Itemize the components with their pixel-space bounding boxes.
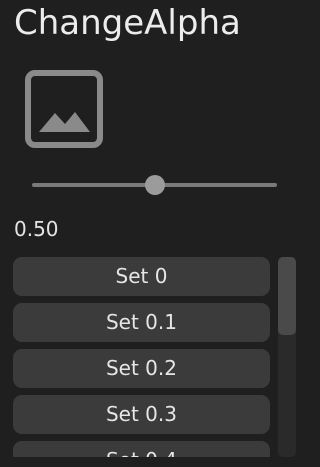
button-list: Set 0 Set 0.1 Set 0.2 Set 0.3 Set 0.4 — [13, 257, 270, 457]
set-alpha-button[interactable]: Set 0.4 — [13, 441, 270, 457]
set-alpha-button[interactable]: Set 0 — [13, 257, 270, 296]
set-alpha-button[interactable]: Set 0.3 — [13, 395, 270, 434]
scrollbar-thumb[interactable] — [278, 257, 296, 335]
slider-thumb[interactable] — [144, 175, 165, 195]
change-alpha-window: ChangeAlpha 0.50 Set 0 Set 0.1 Set 0.2 S… — [0, 0, 309, 467]
vertical-scrollbar[interactable] — [278, 257, 296, 457]
alpha-slider[interactable] — [32, 172, 277, 198]
slider-value-label: 0.50 — [14, 217, 59, 241]
alpha-preset-list[interactable]: Set 0 Set 0.1 Set 0.2 Set 0.3 Set 0.4 — [13, 257, 297, 457]
page-title: ChangeAlpha — [14, 3, 241, 43]
set-alpha-button[interactable]: Set 0.1 — [13, 303, 270, 342]
image-placeholder-icon — [24, 69, 104, 149]
set-alpha-button[interactable]: Set 0.2 — [13, 349, 270, 388]
